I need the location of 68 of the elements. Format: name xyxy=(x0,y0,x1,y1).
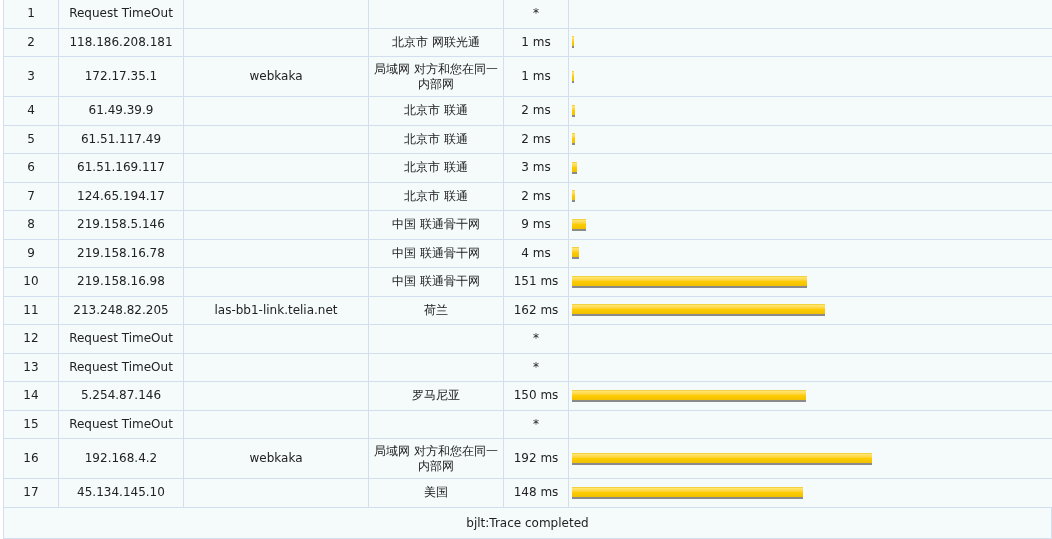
host-name: webkaka xyxy=(184,439,369,479)
hop-number: 9 xyxy=(4,239,59,268)
ip-address: 118.186.208.181 xyxy=(59,28,184,57)
hop-number: 12 xyxy=(4,325,59,354)
location: 北京市 联通 xyxy=(369,154,504,183)
response-time: * xyxy=(504,325,569,354)
response-time: 192 ms xyxy=(504,439,569,479)
response-time: * xyxy=(504,0,569,29)
location: 中国 联通骨干网 xyxy=(369,211,504,240)
ip-address: 219.158.16.78 xyxy=(59,239,184,268)
location: 北京市 联通 xyxy=(369,125,504,154)
host-name: las-bb1-link.telia.net xyxy=(184,296,369,325)
response-time: 150 ms xyxy=(504,382,569,411)
hop-number: 10 xyxy=(4,268,59,297)
response-time: 148 ms xyxy=(504,479,569,508)
ip-address: 124.65.194.17 xyxy=(59,182,184,211)
ip-address: 61.49.39.9 xyxy=(59,97,184,126)
response-time: 2 ms xyxy=(504,125,569,154)
location: 北京市 网联光通 xyxy=(369,28,504,57)
response-time: 2 ms xyxy=(504,182,569,211)
response-time: 4 ms xyxy=(504,239,569,268)
location: 荷兰 xyxy=(369,296,504,325)
ip-address: 219.158.16.98 xyxy=(59,268,184,297)
location: 北京市 联通 xyxy=(369,97,504,126)
hop-number: 2 xyxy=(4,28,59,57)
response-time: 1 ms xyxy=(504,28,569,57)
ip-address: Request TimeOut xyxy=(59,353,184,382)
location: 北京市 联通 xyxy=(369,182,504,211)
ip-address: 213.248.82.205 xyxy=(59,296,184,325)
ip-address: Request TimeOut xyxy=(59,410,184,439)
hop-number: 1 xyxy=(4,0,59,29)
response-time: 162 ms xyxy=(504,296,569,325)
hop-number: 8 xyxy=(4,211,59,240)
hop-number: 6 xyxy=(4,154,59,183)
response-time: 1 ms xyxy=(504,57,569,97)
hop-number: 13 xyxy=(4,353,59,382)
ip-address: 172.17.35.1 xyxy=(59,57,184,97)
ip-address: 5.254.87.146 xyxy=(59,382,184,411)
hop-number: 7 xyxy=(4,182,59,211)
location: 美国 xyxy=(369,479,504,508)
location: 局域网 对方和您在同一内部网 xyxy=(369,439,504,479)
ip-address: 61.51.117.49 xyxy=(59,125,184,154)
response-time: * xyxy=(504,410,569,439)
trace-status: bjlt:Trace completed xyxy=(466,514,589,532)
location: 中国 联通骨干网 xyxy=(369,239,504,268)
hop-number: 11 xyxy=(4,296,59,325)
hop-number: 17 xyxy=(4,479,59,508)
ip-address: 192.168.4.2 xyxy=(59,439,184,479)
ip-address: 61.51.169.117 xyxy=(59,154,184,183)
host-name: webkaka xyxy=(184,57,369,97)
ip-address: Request TimeOut xyxy=(59,0,184,29)
hop-number: 15 xyxy=(4,410,59,439)
hop-number: 3 xyxy=(4,57,59,97)
location: 罗马尼亚 xyxy=(369,382,504,411)
ip-address: Request TimeOut xyxy=(59,325,184,354)
response-time: 2 ms xyxy=(504,97,569,126)
hop-number: 5 xyxy=(4,125,59,154)
location: 中国 联通骨干网 xyxy=(369,268,504,297)
hop-number: 16 xyxy=(4,439,59,479)
ip-address: 45.134.145.10 xyxy=(59,479,184,508)
response-time: 151 ms xyxy=(504,268,569,297)
response-time: * xyxy=(504,353,569,382)
ip-address: 219.158.5.146 xyxy=(59,211,184,240)
location: 局域网 对方和您在同一内部网 xyxy=(369,57,504,97)
hop-number: 4 xyxy=(4,97,59,126)
response-time: 3 ms xyxy=(504,154,569,183)
hop-number: 14 xyxy=(4,382,59,411)
response-time: 9 ms xyxy=(504,211,569,240)
